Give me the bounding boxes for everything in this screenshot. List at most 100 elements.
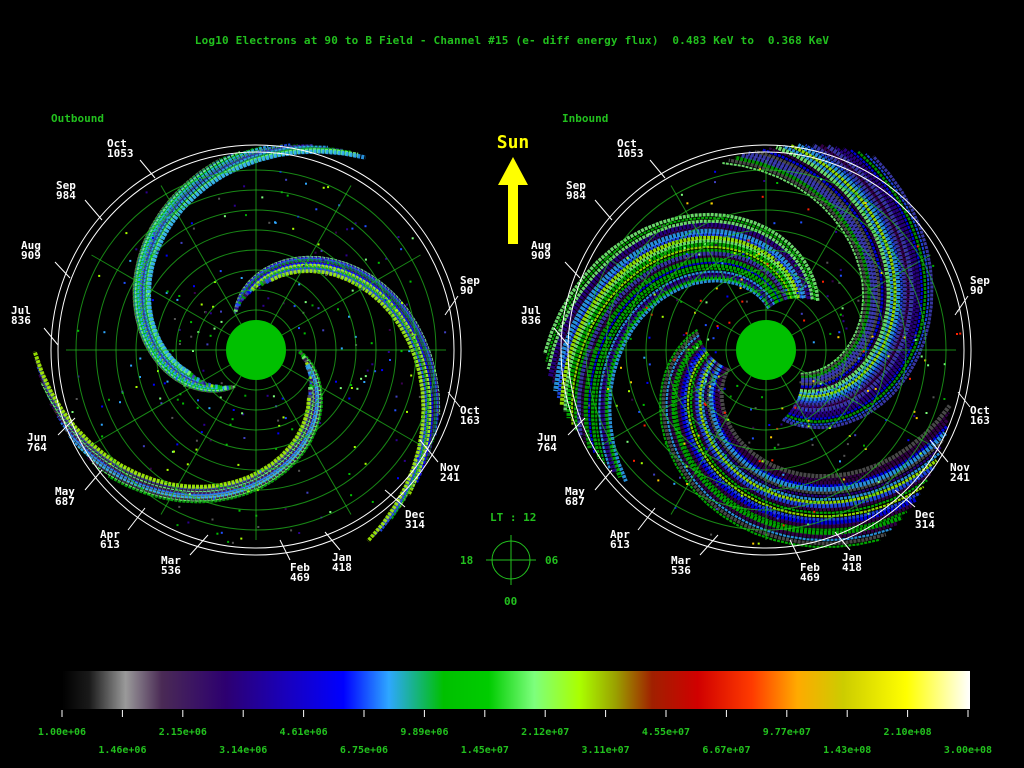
- month-value: 469: [800, 571, 820, 584]
- flux-dot: [829, 332, 832, 335]
- flux-dot: [400, 248, 403, 251]
- flux-dot: [231, 418, 234, 421]
- flux-dot: [682, 334, 685, 336]
- month-leader-line: [637, 507, 656, 531]
- lt-bottom: 00: [504, 595, 517, 608]
- flux-dot: [411, 237, 414, 240]
- flux-dot: [927, 364, 930, 367]
- month-leader-line: [594, 199, 613, 221]
- flux-dot: [200, 431, 203, 434]
- flux-dot: [956, 333, 958, 335]
- month-value: 836: [521, 314, 541, 327]
- flux-dot: [165, 254, 168, 257]
- planet-icon: [226, 320, 286, 380]
- grid-spoke: [91, 254, 231, 336]
- flux-dot: [196, 406, 199, 409]
- flux-dot: [166, 380, 169, 383]
- flux-dot: [220, 531, 223, 534]
- month-value: 163: [460, 414, 480, 427]
- flux-dot: [303, 332, 306, 335]
- flux-dot: [394, 409, 397, 412]
- flux-dot: [220, 382, 223, 385]
- flux-dot: [716, 483, 719, 486]
- month-value: 909: [21, 249, 41, 262]
- flux-dot: [773, 446, 776, 449]
- flux-dot: [395, 395, 398, 398]
- flux-dot: [710, 202, 713, 205]
- flux-dot: [209, 334, 212, 337]
- flux-dot: [406, 410, 408, 413]
- flux-dot: [715, 508, 718, 510]
- month-leader-line: [594, 469, 613, 491]
- flux-dot: [748, 441, 751, 444]
- flux-dot: [857, 299, 860, 302]
- flux-dot: [648, 259, 651, 262]
- flux-dot: [899, 476, 902, 479]
- flux-dot: [262, 304, 265, 307]
- colorbar-tick-label: 2.12e+07: [521, 727, 569, 738]
- flux-dot: [800, 221, 803, 224]
- month-value: 469: [290, 571, 310, 584]
- flux-dot: [101, 435, 104, 438]
- panel-title-inbound: Inbound: [562, 112, 608, 125]
- flux-dot: [217, 486, 220, 489]
- flux-dot: [913, 415, 916, 418]
- flux-dot: [717, 327, 719, 329]
- flux-dot: [619, 292, 622, 295]
- flux-dot: [826, 295, 829, 298]
- flux-dot: [333, 269, 336, 272]
- flux-dot: [841, 307, 844, 310]
- colorbar-tick-label: 9.89e+06: [400, 727, 448, 738]
- flux-dot: [864, 202, 867, 205]
- flux-dot: [259, 470, 262, 473]
- flux-dot: [258, 287, 261, 289]
- flux-track: [248, 263, 432, 490]
- flux-dot: [125, 232, 128, 235]
- flux-dot: [835, 231, 838, 233]
- flux-dot: [646, 381, 649, 384]
- flux-dot: [609, 336, 612, 339]
- flux-dot: [769, 506, 772, 509]
- flux-dot: [704, 324, 707, 327]
- flux-dot: [188, 493, 191, 495]
- flux-dot: [686, 202, 689, 205]
- flux-dot: [780, 423, 783, 426]
- flux-dot: [673, 358, 676, 361]
- month-value: 687: [55, 495, 75, 508]
- flux-dot: [314, 251, 317, 254]
- flux-dot: [672, 411, 675, 414]
- month-value: 418: [332, 561, 352, 574]
- flux-dot: [232, 409, 235, 411]
- flux-dot: [363, 381, 366, 383]
- flux-dot: [697, 434, 700, 437]
- flux-dot: [173, 318, 176, 320]
- flux-dot: [871, 335, 874, 338]
- flux-dot: [326, 262, 329, 265]
- flux-dot: [799, 381, 802, 384]
- flux-dot: [773, 222, 776, 225]
- flux-dot: [664, 442, 667, 445]
- flux-dot: [71, 411, 74, 413]
- colorbar-tick-label: 1.45e+07: [461, 745, 509, 756]
- flux-dot: [871, 401, 874, 404]
- lt-right: 06: [545, 554, 559, 567]
- flux-dot: [803, 319, 806, 322]
- flux-dot: [673, 482, 676, 485]
- month-value: 536: [161, 564, 181, 577]
- flux-dot: [643, 356, 646, 359]
- flux-dot: [932, 264, 935, 267]
- flux-dot: [274, 221, 276, 224]
- flux-dot: [298, 469, 301, 472]
- flux-dot: [907, 439, 910, 442]
- flux-dot: [261, 196, 264, 199]
- flux-dot: [179, 340, 182, 343]
- planet-icon: [736, 320, 796, 380]
- flux-dot: [257, 526, 260, 528]
- flux-dot: [418, 395, 421, 398]
- colorbar-tick-label: 9.77e+07: [763, 727, 811, 738]
- flux-dot: [290, 529, 293, 532]
- flux-dot: [704, 403, 707, 406]
- month-value: 1053: [617, 147, 644, 160]
- flux-dot: [395, 309, 397, 312]
- flux-dot: [319, 422, 322, 424]
